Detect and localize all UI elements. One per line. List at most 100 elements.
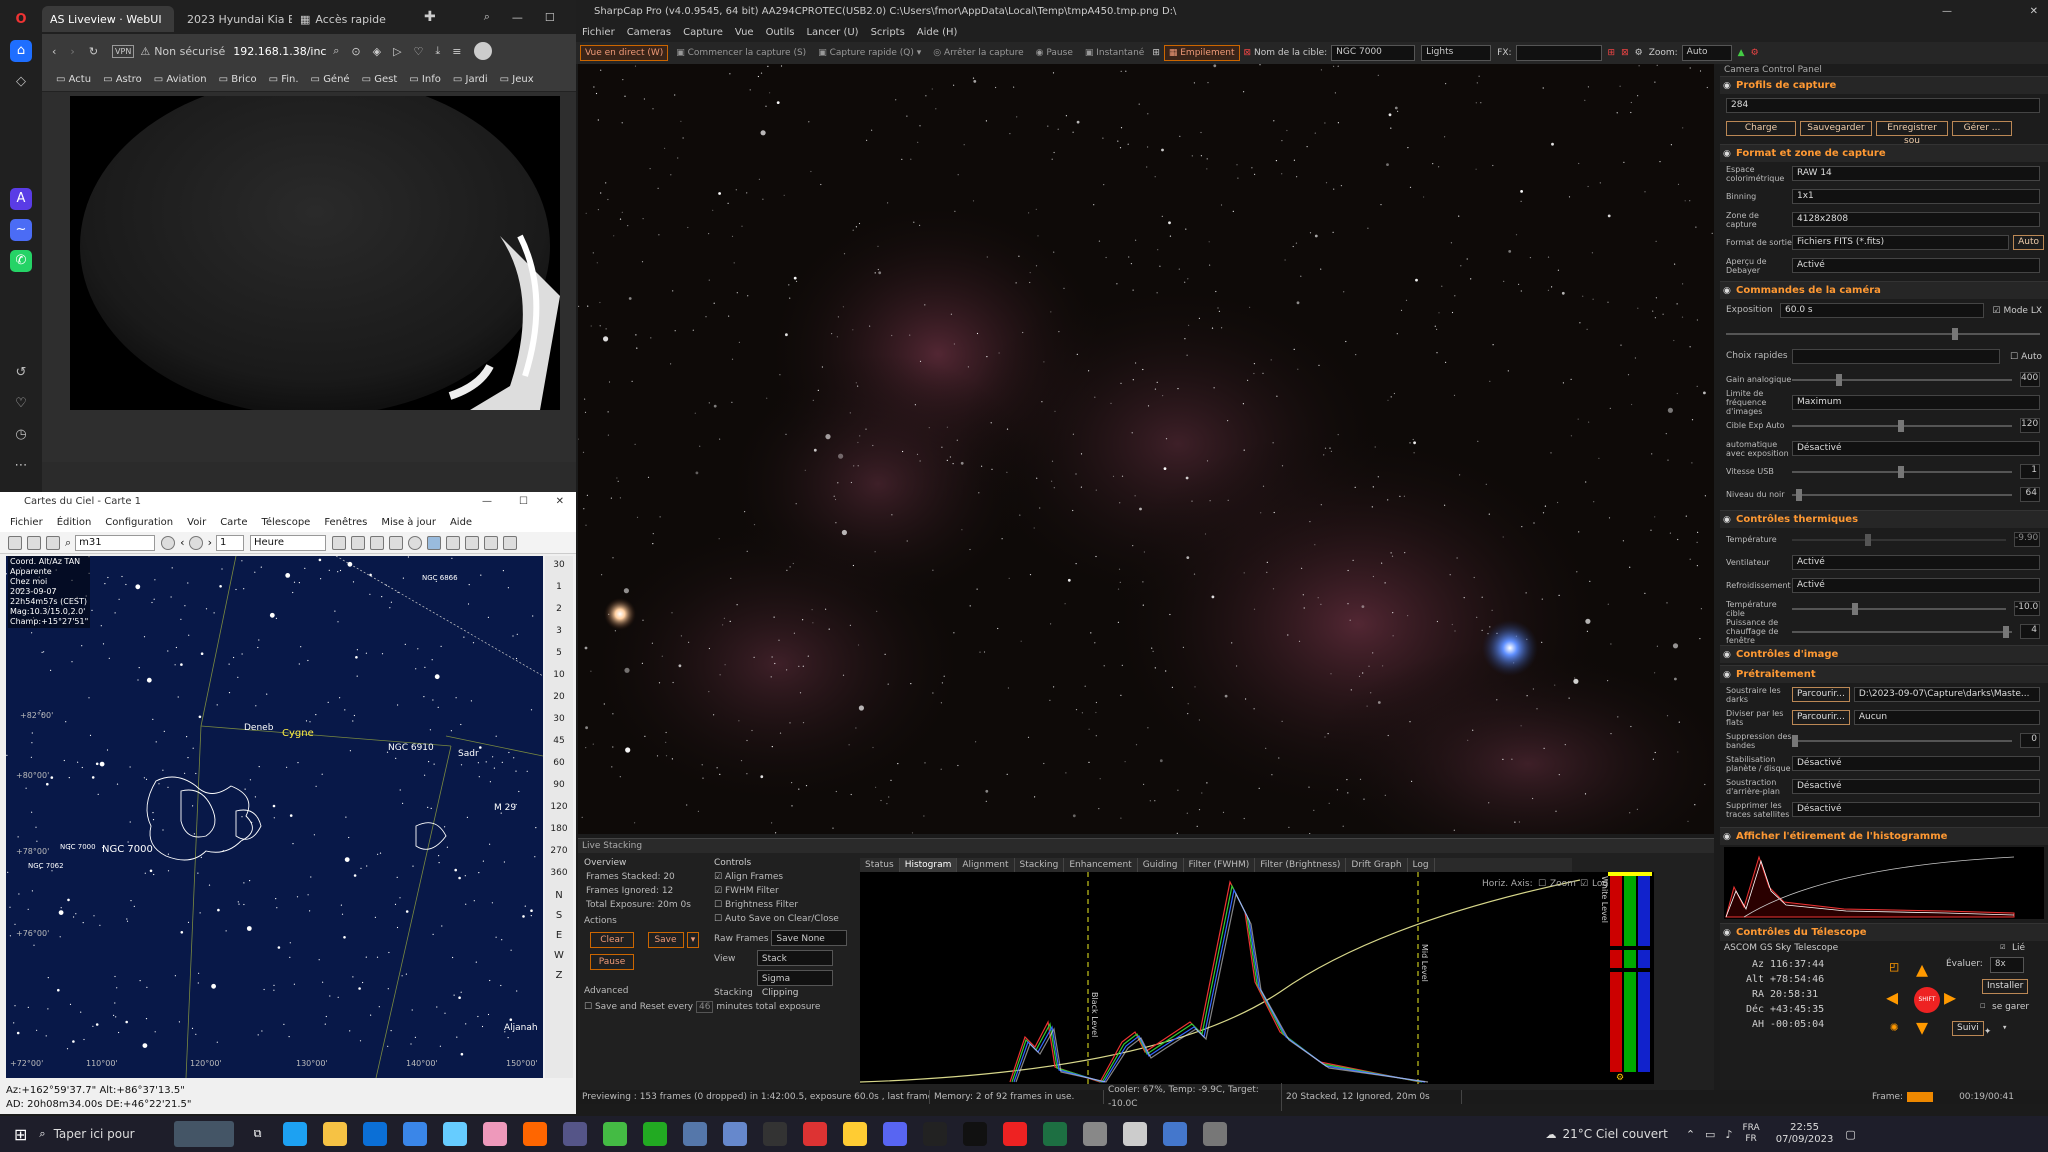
task-view-icon[interactable]: ⧉ [254,1127,262,1141]
heart-icon[interactable]: ♡ [10,393,32,415]
tab-guiding[interactable]: Guiding [1138,858,1184,872]
weather-text[interactable]: 21°C Ciel couvert [1562,1127,1667,1141]
label-ngc6910[interactable]: NGC 6910 [388,743,434,753]
telescope-icon[interactable] [426,535,441,550]
park-checkbox[interactable]: ☐ [1980,1001,1985,1011]
tab-hyundai[interactable]: 2023 Hyundai Kia Eng [174,6,292,32]
cooler-select[interactable]: Activé [1792,578,2040,593]
snapshot-button[interactable]: ▣ Instantané [1081,46,1148,60]
auto-format-button[interactable]: Auto [2013,235,2044,250]
field-45[interactable]: 45 [545,736,573,758]
grid-icon[interactable]: ⊞ [1152,48,1160,58]
url-field[interactable]: 192.168.1.38/inc [233,45,329,58]
field-180[interactable]: 180 [545,824,573,846]
opera-logo-icon[interactable]: O [10,9,32,31]
new-tab-icon[interactable]: ✚ [424,9,436,25]
dir-w[interactable]: W [545,950,573,970]
slew-north-icon[interactable]: ▲ [1916,957,1928,981]
field-90[interactable]: 90 [545,780,573,802]
scope-connect-icon[interactable] [445,535,460,550]
stacking-button[interactable]: ▦ Empilement [1163,45,1240,61]
step-unit-select[interactable]: Heure [249,534,326,551]
field-30[interactable]: 30 [545,560,573,582]
bookmark-gene[interactable]: ▭ Géné [311,74,350,85]
fx-select[interactable] [1515,45,1602,61]
menu-outils[interactable]: Outils [766,27,795,38]
settings-icon[interactable]: ⚙ [1751,48,1759,58]
notification-icon[interactable]: ▢ [1845,1128,1855,1141]
target-temp-input[interactable]: -10.0 [2014,601,2040,616]
back-icon[interactable]: ‹ [52,45,56,58]
align-checkbox[interactable]: ☑ [714,872,722,882]
satellite-select[interactable]: Désactivé [1792,802,2040,817]
menu-telescope[interactable]: Télescope [262,517,311,528]
output-format-select[interactable]: Fichiers FITS (*.fits) [1792,235,2010,250]
photo-icon[interactable] [1123,1122,1148,1146]
messenger-icon[interactable]: ~ [10,219,32,241]
warning-icon[interactable]: ⚠ [140,45,150,58]
vpn-badge[interactable]: VPN [112,44,135,58]
minimize-icon[interactable]: — [512,11,523,24]
pause-button[interactable]: ◉ Pause [1032,46,1077,60]
sky-chart[interactable]: +82°00' +80°00' +78°00' +76°00' +72°00' … [6,556,543,1078]
tab-filter-fwhm[interactable]: Filter (FWHM) [1184,858,1256,872]
field-2[interactable]: 2 [545,604,573,626]
menu-aide[interactable]: Aide (H) [917,27,958,38]
field-120[interactable]: 120 [545,802,573,824]
field-30b[interactable]: 30 [545,714,573,736]
setup-button[interactable]: Installer [1982,979,2029,994]
linked-checkbox[interactable]: ☑ [2000,942,2005,952]
menu-fichier[interactable]: Fichier [582,27,615,38]
quick-capture-button[interactable]: ▣ Capture rapide (Q) ▾ [814,46,925,60]
tab-enhancement[interactable]: Enhancement [1064,858,1138,872]
label-ngc7000[interactable]: NGC 7000 [102,844,153,855]
list-icon[interactable] [46,535,60,550]
label-m29[interactable]: M 29 [494,803,516,813]
darks-select[interactable]: D:\2023-09-07\Capture\darks\Maste... [1853,687,2040,702]
tab-alignment[interactable]: Alignment [957,858,1015,872]
bookmark-fin[interactable]: ▭ Fin. [269,74,299,85]
live-stack-image[interactable] [578,64,1714,834]
profile-select[interactable]: 284 [1726,98,2040,113]
tab-liveview[interactable]: AS Liveview · WebUI [42,6,174,32]
label-ngc7000-small[interactable]: NGC 7000 [60,843,96,851]
menu-configuration[interactable]: Configuration [105,517,173,528]
weather-icon[interactable]: ☁ [1545,1128,1556,1141]
target-icon[interactable] [407,535,422,550]
section-profiles[interactable]: Profils de capture [1720,76,2048,95]
label-cygne[interactable]: Cygne [282,728,314,739]
field-10[interactable]: 10 [545,670,573,692]
tab-log[interactable]: Log [1408,858,1435,872]
clock-icon[interactable] [161,535,176,550]
background-select[interactable]: Désactivé [1792,779,2040,794]
mail-icon[interactable] [403,1122,428,1146]
camera-icon[interactable]: ⊙ [351,45,360,58]
settings-icon[interactable]: ✦ [1984,1023,1991,1037]
target-temp-slider[interactable] [1792,602,2006,615]
section-image-controls[interactable]: Contrôles d'image [1720,645,2048,664]
lx-mode-checkbox[interactable]: ☑ [1992,306,2000,316]
explorer-icon[interactable] [323,1122,348,1146]
tab-stacking[interactable]: Stacking [1015,858,1065,872]
bookmark-astro[interactable]: ▭ Astro [103,74,142,85]
stop-capture-button[interactable]: ◎ Arrêter la capture [929,46,1027,60]
reset-level-icon[interactable]: ⚙ [1616,1073,1624,1083]
menu-capture[interactable]: Capture [683,27,723,38]
histogram-icon[interactable]: ▲ [1738,48,1745,58]
cdc-task-icon[interactable] [1083,1122,1108,1146]
dark-app-icon[interactable] [963,1122,988,1146]
save-reset-input[interactable]: 46 [696,1001,714,1013]
maximize-icon[interactable]: ☐ [545,11,555,24]
track-icon[interactable]: ✺ [1890,1019,1898,1035]
label-ngc7062[interactable]: NGC 7062 [28,862,64,870]
frame-type-select[interactable]: Lights [1421,45,1492,61]
clear-button[interactable]: Clear [590,932,634,948]
opera-task-icon[interactable] [1003,1122,1028,1146]
download-icon[interactable]: ⤓ [435,44,440,58]
fan-select[interactable]: Activé [1792,555,2040,570]
black-level-slider[interactable] [1792,488,2012,501]
clock-icon[interactable]: ◷ [10,424,32,446]
field-360[interactable]: 360 [545,868,573,890]
clock[interactable]: 22:55 07/09/2023 [1776,1122,1834,1146]
save-button[interactable]: Save [647,932,684,948]
